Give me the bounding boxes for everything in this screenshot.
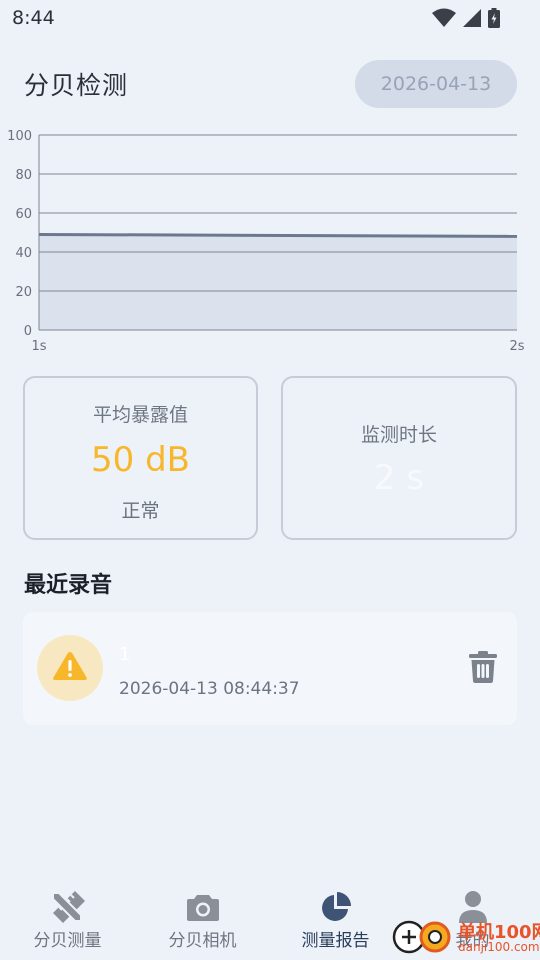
status-icons bbox=[432, 8, 500, 28]
nav-label: 测量报告 bbox=[301, 931, 370, 951]
nav-tab-decibel-measure[interactable]: 分贝测量 bbox=[0, 880, 135, 960]
chart-y-tick-label: 0 bbox=[24, 324, 32, 339]
status-bar: 8:44 bbox=[0, 0, 540, 36]
recording-list-item[interactable]: 1 2026-04-13 08:44:37 bbox=[23, 612, 517, 725]
camera-icon bbox=[185, 890, 221, 924]
date-selector-button[interactable]: 2026-04-13 bbox=[355, 60, 517, 108]
recent-recordings-title: 最近录音 bbox=[24, 573, 113, 598]
battery-icon bbox=[488, 8, 500, 28]
monitoring-duration-label: 监测时长 bbox=[360, 424, 437, 446]
chart-x-tick-label: 1s bbox=[31, 339, 46, 354]
recording-time: 2026-04-13 08:44:37 bbox=[119, 679, 300, 699]
average-exposure-card: 平均暴露值 50 dB 正常 bbox=[23, 376, 258, 540]
wifi-icon bbox=[432, 8, 456, 28]
chart-y-tick-label: 100 bbox=[7, 129, 32, 144]
average-exposure-label: 平均暴露值 bbox=[92, 404, 188, 426]
recording-name: 1 bbox=[119, 644, 131, 665]
warning-icon bbox=[52, 650, 88, 686]
pie-chart-icon bbox=[318, 890, 354, 924]
nav-label: 分贝相机 bbox=[168, 931, 237, 951]
page-title: 分贝检测 bbox=[24, 71, 129, 100]
average-exposure-value: 50 dB bbox=[91, 440, 190, 480]
trash-icon bbox=[469, 651, 497, 687]
monitoring-duration-card: 监测时长 2 s bbox=[281, 376, 517, 540]
chart-y-tick-label: 40 bbox=[15, 246, 32, 261]
decibel-chart: 0 20 40 60 80 100 1s 2s bbox=[0, 120, 540, 360]
decibel-chart-svg: 0 20 40 60 80 100 1s 2s bbox=[7, 129, 525, 354]
monitoring-duration-value: 2 s bbox=[373, 458, 425, 498]
chart-area-fill bbox=[39, 234, 517, 330]
watermark-url: danji100.com bbox=[458, 940, 540, 954]
watermark-logo-icon bbox=[392, 918, 456, 956]
site-watermark: 单机100网 danji100.com bbox=[392, 914, 540, 960]
exposure-status: 正常 bbox=[121, 500, 160, 522]
warning-avatar bbox=[37, 635, 103, 701]
delete-recording-button[interactable] bbox=[467, 651, 499, 687]
nav-label: 分贝测量 bbox=[33, 931, 102, 951]
chart-y-tick-label: 60 bbox=[15, 207, 32, 222]
nav-tab-decibel-camera[interactable]: 分贝相机 bbox=[135, 880, 270, 960]
nav-tab-measure-report[interactable]: 测量报告 bbox=[268, 880, 403, 960]
chart-y-tick-label: 20 bbox=[15, 285, 32, 300]
chart-x-tick-label: 2s bbox=[509, 339, 524, 354]
chart-series-line bbox=[38, 232, 518, 238]
pencil-ruler-icon bbox=[50, 890, 86, 924]
status-time: 8:44 bbox=[12, 7, 55, 29]
signal-icon bbox=[462, 8, 482, 28]
chart-y-tick-label: 80 bbox=[15, 168, 32, 183]
